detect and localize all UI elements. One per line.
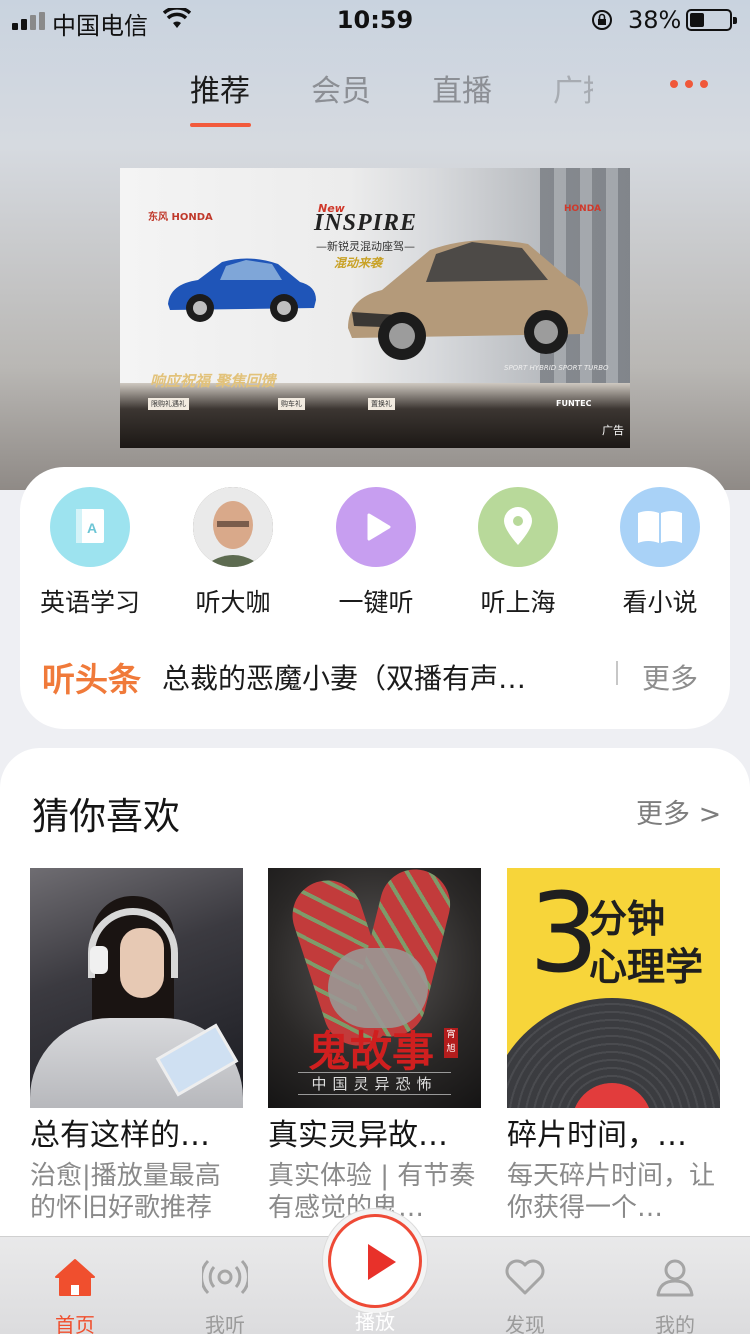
- recommend-section: 猜你喜欢 更多 > 总有这样的… 治愈|播放量最高的怀旧好歌推荐 鬼故事 宵旭 …: [0, 748, 750, 1268]
- tab-recommend[interactable]: 推荐: [190, 66, 250, 110]
- tab-my-listen-label: 我听: [205, 1313, 245, 1334]
- entry-celebrity-label: 听大咖: [195, 588, 271, 617]
- entry-celebrity[interactable]: 听大咖: [173, 487, 293, 619]
- cover-seal: 宵旭: [444, 1028, 458, 1058]
- headline-more-link[interactable]: 更多: [642, 657, 698, 697]
- banner-brand-right: HONDA: [564, 204, 602, 214]
- open-book-icon: [620, 487, 700, 567]
- cover-title: 鬼故事: [308, 1027, 435, 1076]
- active-tab-indicator: [190, 123, 251, 127]
- play-button[interactable]: [328, 1214, 422, 1308]
- battery-level: [690, 13, 704, 27]
- tab-mine[interactable]: 我的: [625, 1255, 725, 1334]
- recommend-more-link[interactable]: 更多 >: [636, 792, 721, 831]
- tab-broadcast[interactable]: 广播: [553, 66, 593, 110]
- location-pin-icon: [478, 487, 558, 567]
- headline-brand: 听头条: [42, 660, 141, 699]
- album-title: 总有这样的…: [30, 1118, 210, 1153]
- top-tab-bar: 推荐 会员 直播 广播: [0, 60, 750, 130]
- cover-line-2: 心理学: [589, 945, 704, 989]
- banner-floor: [120, 383, 630, 448]
- status-bar: 中国电信 10:59 38%: [0, 0, 750, 40]
- cover-line-1: 分钟: [589, 897, 666, 941]
- tab-home-label: 首页: [55, 1313, 95, 1334]
- banner-promo-2: 购车礼: [278, 398, 305, 410]
- album-cover: 鬼故事 宵旭 中国灵异恐怖: [268, 868, 481, 1108]
- user-icon: [656, 1259, 694, 1297]
- battery-percent: 38%: [628, 6, 682, 34]
- banner-funtec-logo: FUNTEC: [556, 399, 592, 408]
- headline-divider: [616, 661, 618, 685]
- tab-live[interactable]: 直播: [432, 66, 492, 110]
- svg-text:A: A: [87, 520, 97, 536]
- banner-promo-3: 置换礼: [368, 398, 395, 410]
- play-icon: [336, 487, 416, 567]
- album-description: 每天碎片时间，让你获得一个…: [507, 1161, 716, 1223]
- more-dots-icon[interactable]: [670, 80, 708, 88]
- celebrity-avatar: [193, 487, 273, 567]
- home-icon: [55, 1259, 95, 1296]
- tab-my-listen[interactable]: 我听: [175, 1255, 275, 1334]
- album-cover: [30, 868, 243, 1108]
- recommend-item[interactable]: 3 分钟 心理学 碎片时间，… 每天碎片时间，让你获得一个…: [507, 868, 720, 1224]
- tab-discover-label: 发现: [505, 1313, 545, 1334]
- headline-bar[interactable]: 听头条 总裁的恶魔小妻（双播有声… 更多: [42, 651, 712, 701]
- recommend-title: 猜你喜欢: [32, 795, 180, 838]
- recommend-item[interactable]: 鬼故事 宵旭 中国灵异恐怖 真实灵异故… 真实体验 | 有节奏有感觉的鬼…: [268, 868, 481, 1224]
- banner-brand-logo: 东风 HONDA: [148, 212, 213, 223]
- entry-one-tap[interactable]: 一键听: [316, 487, 436, 619]
- album-title: 碎片时间，…: [507, 1118, 687, 1153]
- tab-member[interactable]: 会员: [311, 66, 371, 110]
- album-cover: 3 分钟 心理学: [507, 868, 720, 1108]
- recommend-item[interactable]: 总有这样的… 治愈|播放量最高的怀旧好歌推荐: [30, 868, 243, 1224]
- tab-home[interactable]: 首页: [25, 1255, 125, 1334]
- blue-car-image: [168, 258, 316, 322]
- album-title: 真实灵异故…: [268, 1118, 448, 1153]
- entry-english-label: 英语学习: [39, 588, 140, 617]
- tab-mine-label: 我的: [655, 1313, 695, 1334]
- rotation-lock-icon: [592, 10, 612, 30]
- tab-discover[interactable]: 发现: [475, 1255, 575, 1334]
- heart-icon: [505, 1259, 545, 1295]
- entry-shanghai[interactable]: 听上海: [458, 487, 578, 619]
- battery-icon: [686, 9, 737, 31]
- entry-english[interactable]: A 英语学习: [30, 487, 150, 619]
- headline-text[interactable]: 总裁的恶魔小妻（双播有声…: [162, 657, 592, 697]
- tab-play-label: 播放: [355, 1310, 395, 1334]
- banner-tagline: 响应祝福 聚焦回馈: [150, 372, 276, 390]
- entry-one-tap-label: 一键听: [338, 588, 414, 617]
- entry-shanghai-label: 听上海: [480, 588, 556, 617]
- album-description: 治愈|播放量最高的怀旧好歌推荐: [30, 1161, 221, 1223]
- entry-novel[interactable]: 看小说: [600, 487, 720, 619]
- entry-novel-label: 看小说: [622, 588, 698, 617]
- english-learning-icon: A: [50, 487, 130, 567]
- ad-label: 广告: [602, 424, 624, 437]
- gold-car-image: [348, 240, 588, 360]
- broadcast-icon: [200, 1259, 250, 1295]
- play-triangle-icon: [368, 1244, 396, 1280]
- banner-promo-1: 限购礼遇礼: [148, 398, 189, 410]
- banner-sport-label: SPORT HYBRID SPORT TURBO: [504, 364, 609, 372]
- ad-banner[interactable]: 东风 HONDA New INSPIRE —新锐灵混动座驾— 混动来袭 HOND…: [120, 168, 630, 448]
- quick-entry-card: A 英语学习 听大咖 一键听 听上海 看小说 听头条 总裁的恶魔小妻（双播有声……: [20, 467, 730, 729]
- cover-subtitle: 中国灵异恐怖: [298, 1072, 451, 1095]
